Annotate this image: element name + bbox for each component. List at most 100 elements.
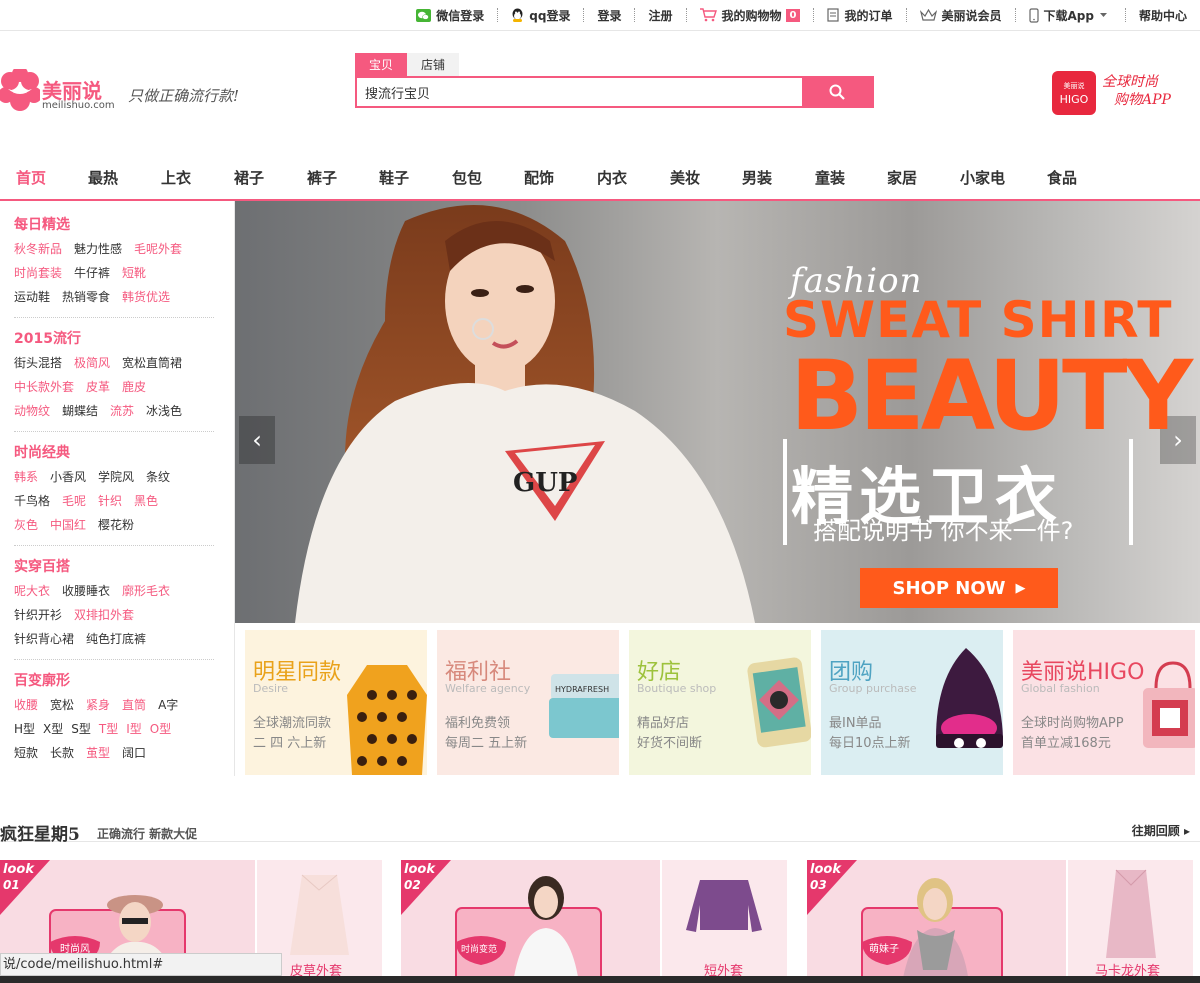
wechat-login-link[interactable]: 微信登录: [403, 8, 499, 23]
category-link[interactable]: 鹿皮: [122, 375, 146, 399]
category-link[interactable]: 宽松直筒裙: [122, 351, 182, 375]
category-link[interactable]: X型: [43, 717, 63, 741]
search-button[interactable]: [802, 78, 872, 106]
category-link[interactable]: 中国红: [50, 513, 86, 537]
category-link[interactable]: 极简风: [74, 351, 110, 375]
promo-card-star[interactable]: 明星同款 Desire 全球潮流同款 二 四 六上新: [245, 630, 427, 775]
category-link[interactable]: T型: [99, 717, 118, 741]
search-tab-shops[interactable]: 店铺: [407, 53, 459, 76]
category-link[interactable]: 纯色打底裤: [86, 627, 146, 651]
download-app-label: 下载App: [1043, 8, 1094, 23]
category-link[interactable]: 茧型: [86, 741, 110, 765]
category-link[interactable]: 秋冬新品: [14, 237, 62, 261]
category-link[interactable]: 针织背心裙: [14, 627, 74, 651]
nav-beauty[interactable]: 美妆: [670, 167, 700, 188]
promo-card-higo[interactable]: 美丽说HIGO Global fashion 全球时尚购物APP 首单立减168…: [1013, 630, 1195, 775]
nav-skirts[interactable]: 裙子: [234, 167, 264, 188]
category-link[interactable]: 小香风: [50, 465, 86, 489]
category-link[interactable]: 毛呢外套: [134, 237, 182, 261]
promo-card-group[interactable]: 团购 Group purchase 最IN单品 每日10点上新: [821, 630, 1003, 775]
category-link[interactable]: 廓形毛衣: [122, 579, 170, 603]
nav-home-living[interactable]: 家居: [887, 167, 917, 188]
category-link[interactable]: 樱花粉: [98, 513, 134, 537]
category-link[interactable]: 时尚套装: [14, 261, 62, 285]
category-link[interactable]: 动物纹: [14, 399, 50, 423]
category-link[interactable]: 黑色: [134, 489, 158, 513]
category-link[interactable]: 千鸟格: [14, 489, 50, 513]
category-link[interactable]: 直筒: [122, 693, 146, 717]
category-link[interactable]: 运动鞋: [14, 285, 50, 309]
category-link[interactable]: 热销零食: [62, 285, 110, 309]
category-link[interactable]: 针织开衫: [14, 603, 62, 627]
look-card-03[interactable]: 萌妹子 look 03 马卡龙外套: [807, 860, 1193, 983]
category-link[interactable]: A字: [158, 693, 178, 717]
category-link[interactable]: 皮革: [86, 375, 110, 399]
nav-tops[interactable]: 上衣: [161, 167, 191, 188]
promo-card-boutique[interactable]: 好店 Boutique shop 精品好店 好货不间断: [629, 630, 811, 775]
category-group-title[interactable]: 百变廓形: [14, 669, 214, 693]
category-link[interactable]: 短靴: [122, 261, 146, 285]
category-link[interactable]: S型: [71, 717, 91, 741]
nav-hottest[interactable]: 最热: [88, 167, 118, 188]
vip-link[interactable]: 美丽说会员: [907, 8, 1016, 23]
nav-accessories[interactable]: 配饰: [524, 167, 554, 188]
category-link[interactable]: 紧身: [86, 693, 110, 717]
category-link[interactable]: I型: [126, 717, 142, 741]
cart-link[interactable]: 我的购物物 0: [687, 8, 815, 23]
category-link[interactable]: 中长款外套: [14, 375, 74, 399]
category-link[interactable]: 短款: [14, 741, 38, 765]
category-link[interactable]: 蝴蝶结: [62, 399, 98, 423]
category-link[interactable]: 魅力性感: [74, 237, 122, 261]
search-tab-items[interactable]: 宝贝: [355, 53, 407, 76]
category-link[interactable]: 收腰: [14, 693, 38, 717]
past-review-link[interactable]: 往期回顾 ▸: [1132, 822, 1190, 839]
banner-prev-button[interactable]: ‹: [239, 416, 275, 464]
category-link[interactable]: H型: [14, 717, 35, 741]
search-icon: [829, 84, 845, 100]
nav-pants[interactable]: 裤子: [307, 167, 337, 188]
shop-now-button[interactable]: SHOP NOW ▶: [860, 568, 1058, 608]
hero-banner[interactable]: GUP ‹ › fashion SWEAT SHIRT BEAUTY 精选卫衣 …: [235, 201, 1200, 623]
category-link[interactable]: 宽松: [50, 693, 74, 717]
category-link[interactable]: 韩货优选: [122, 285, 170, 309]
nav-home[interactable]: 首页: [16, 167, 46, 188]
nav-food[interactable]: 食品: [1047, 167, 1077, 188]
category-link[interactable]: 灰色: [14, 513, 38, 537]
category-link[interactable]: 冰浅色: [146, 399, 182, 423]
category-link[interactable]: 呢大衣: [14, 579, 50, 603]
category-link[interactable]: O型: [150, 717, 171, 741]
nav-kids[interactable]: 童装: [815, 167, 845, 188]
category-link[interactable]: 针织: [98, 489, 122, 513]
category-link[interactable]: 长款: [50, 741, 74, 765]
category-link[interactable]: 收腰睡衣: [62, 579, 110, 603]
download-app-link[interactable]: 下载App: [1016, 7, 1126, 23]
site-logo[interactable]: 美丽说 meilishuo.com: [0, 69, 120, 119]
nav-underwear[interactable]: 内衣: [597, 167, 627, 188]
category-link[interactable]: 韩系: [14, 465, 38, 489]
search-input[interactable]: [357, 78, 802, 106]
category-link[interactable]: 街头混搭: [14, 351, 62, 375]
category-link[interactable]: 流苏: [110, 399, 134, 423]
help-link[interactable]: 帮助中心: [1126, 8, 1200, 23]
category-link[interactable]: 条纹: [146, 465, 170, 489]
register-link[interactable]: 注册: [635, 8, 687, 23]
nav-shoes[interactable]: 鞋子: [379, 167, 409, 188]
login-link[interactable]: 登录: [584, 8, 636, 23]
category-group-title[interactable]: 实穿百搭: [14, 555, 214, 579]
qq-login-link[interactable]: qq登录: [498, 8, 585, 23]
category-group-title[interactable]: 2015流行: [14, 327, 214, 351]
look-card-02[interactable]: 时尚变范 look 02 短外套: [401, 860, 787, 983]
category-link[interactable]: 阔口: [122, 741, 146, 765]
nav-bags[interactable]: 包包: [452, 167, 482, 188]
category-group-title[interactable]: 每日精选: [14, 213, 214, 237]
higo-app-promo[interactable]: 美丽说 HIGO 全球时尚 购物APP: [1052, 71, 1200, 117]
category-link[interactable]: 学院风: [98, 465, 134, 489]
category-group-title[interactable]: 时尚经典: [14, 441, 214, 465]
category-link[interactable]: 牛仔裤: [74, 261, 110, 285]
category-link[interactable]: 双排扣外套: [74, 603, 134, 627]
nav-menswear[interactable]: 男装: [742, 167, 772, 188]
promo-card-welfare[interactable]: 福利社 Welfare agency 福利免费领 每周二 五上新 HYDRAFR…: [437, 630, 619, 775]
category-link[interactable]: 毛呢: [62, 489, 86, 513]
orders-link[interactable]: 我的订单: [814, 8, 907, 23]
nav-appliances[interactable]: 小家电: [960, 167, 1005, 188]
